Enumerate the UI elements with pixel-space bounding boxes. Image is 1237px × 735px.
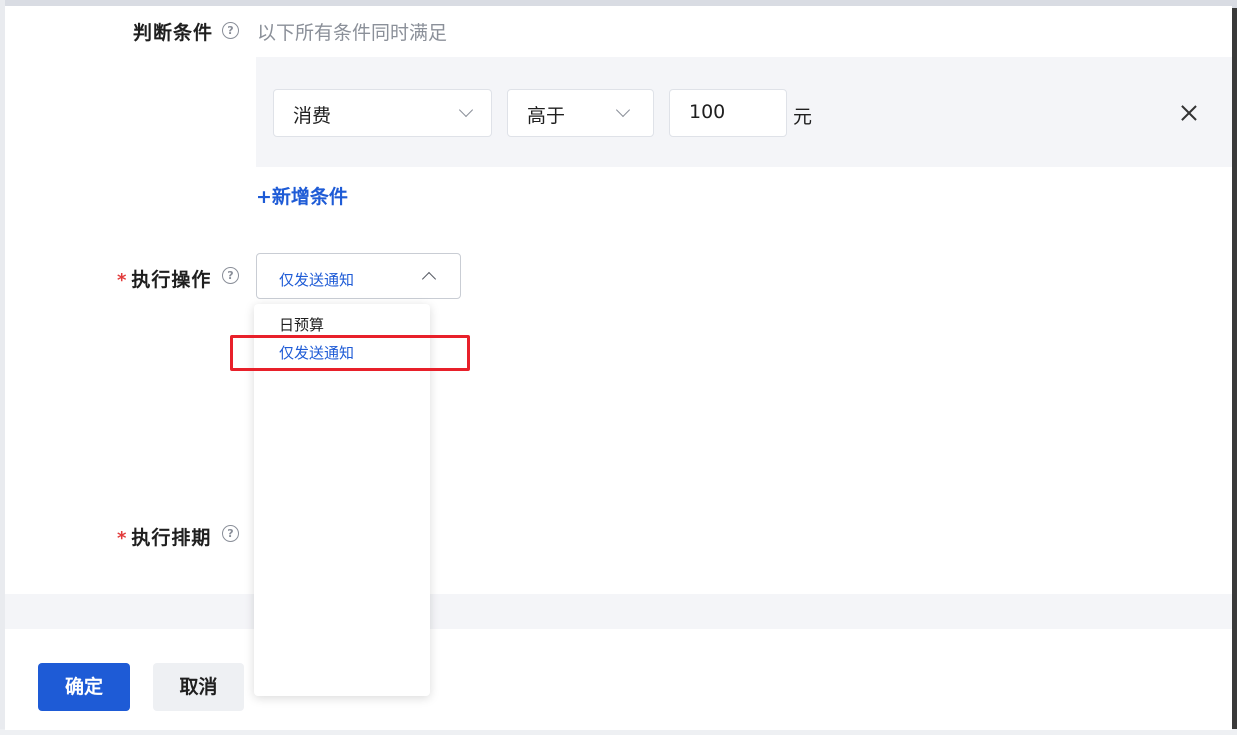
unit-label: 元 bbox=[793, 106, 813, 128]
operator-select[interactable]: 高于 bbox=[507, 89, 654, 137]
chevron-down-icon bbox=[458, 102, 474, 118]
question-circle-icon[interactable]: ? bbox=[222, 525, 239, 542]
metric-select[interactable]: 消费 bbox=[273, 89, 492, 137]
action-select[interactable]: 仅发送通知 bbox=[256, 253, 461, 299]
required-mark: * bbox=[117, 270, 128, 291]
condition-hint: 以下所有条件同时满足 bbox=[257, 22, 448, 44]
metric-select-value: 消费 bbox=[293, 105, 332, 127]
value-input[interactable]: 100 bbox=[669, 89, 787, 137]
action-label: 执行操作 bbox=[131, 269, 212, 291]
cancel-button[interactable]: 取消 bbox=[153, 663, 244, 711]
highlight-box bbox=[230, 335, 470, 371]
dropdown-option-daily-budget[interactable]: 日预算 bbox=[279, 314, 324, 335]
condition-panel: 消费 高于 100 元 bbox=[256, 57, 1232, 167]
close-icon[interactable] bbox=[1177, 101, 1201, 125]
chevron-down-icon bbox=[615, 102, 631, 118]
add-condition-link[interactable]: +新增条件 bbox=[256, 182, 348, 209]
action-label-wrap: * 执行操作 bbox=[117, 265, 211, 292]
question-circle-icon[interactable]: ? bbox=[222, 22, 239, 39]
schedule-label-wrap: * 执行排期 bbox=[117, 523, 211, 550]
section-divider-band bbox=[5, 594, 1232, 629]
chevron-up-icon bbox=[421, 271, 437, 287]
required-mark: * bbox=[117, 528, 128, 549]
confirm-button[interactable]: 确定 bbox=[38, 663, 130, 711]
schedule-label: 执行排期 bbox=[131, 527, 212, 549]
action-select-value: 仅发送通知 bbox=[279, 271, 355, 289]
question-circle-icon[interactable]: ? bbox=[222, 267, 239, 284]
condition-label: 判断条件 bbox=[133, 22, 214, 44]
operator-select-value: 高于 bbox=[527, 105, 566, 127]
rule-edit-modal: 判断条件 ? 以下所有条件同时满足 消费 高于 100 元 +新增条件 * 执行操… bbox=[5, 6, 1232, 730]
value-input-text: 100 bbox=[689, 101, 726, 123]
